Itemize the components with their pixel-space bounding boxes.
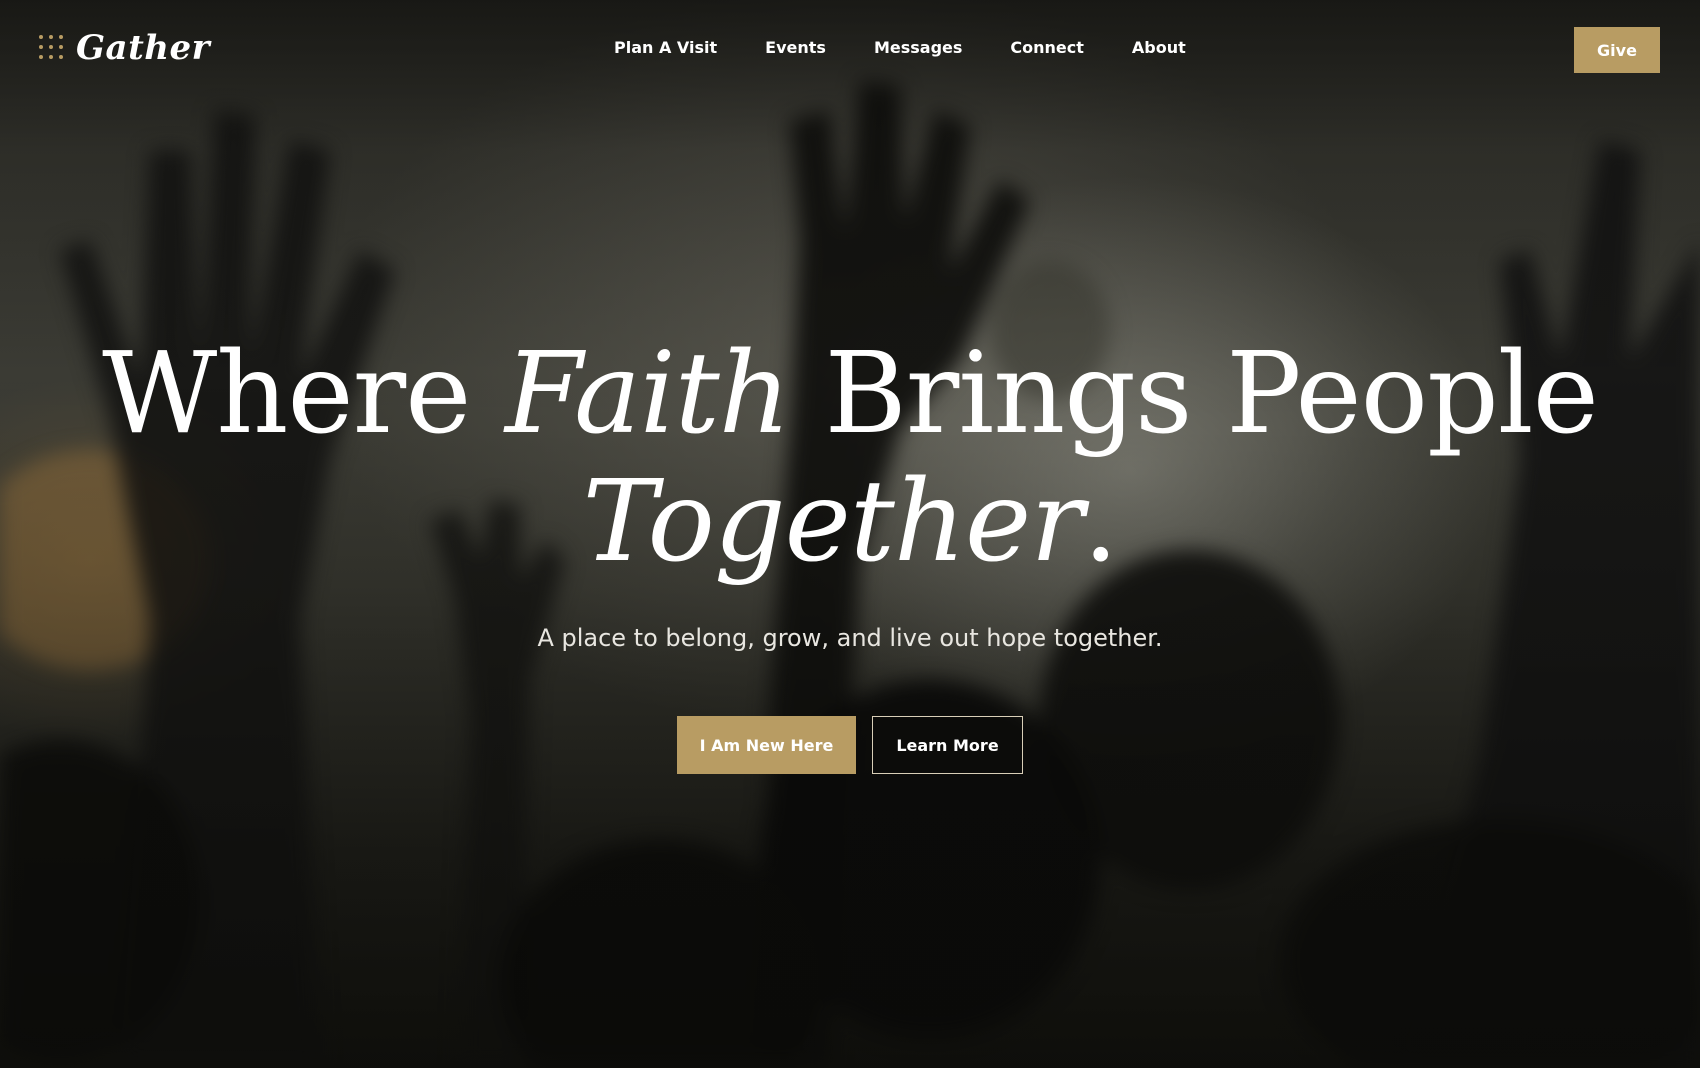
headline-italic-together: Together [582,457,1084,587]
hero-headline: Where Faith Brings People Together. [0,330,1700,586]
headline-italic-faith: Faith [505,329,791,459]
brand-logo[interactable]: Gather [38,28,210,68]
headline-text-2: Brings People [789,329,1598,459]
nav-item-events[interactable]: Events [765,38,826,57]
hero-cta-group: I Am New Here Learn More [0,716,1700,774]
nav-item-about[interactable]: About [1132,38,1186,57]
brand-name: Gather [76,28,211,68]
hero-subheading: A place to belong, grow, and live out ho… [537,624,1163,652]
new-here-button[interactable]: I Am New Here [677,716,856,774]
site-header: Gather Plan A Visit Events Messages Conn… [0,0,1700,100]
nav-item-messages[interactable]: Messages [874,38,962,57]
learn-more-button[interactable]: Learn More [872,716,1023,774]
headline-text-1: Where [102,329,506,459]
main-nav: Plan A Visit Events Messages Connect Abo… [614,38,1186,57]
nav-item-plan-a-visit[interactable]: Plan A Visit [614,38,717,57]
hero-section: Gather Plan A Visit Events Messages Conn… [0,0,1700,1068]
give-button[interactable]: Give [1574,27,1660,73]
nav-item-connect[interactable]: Connect [1010,38,1084,57]
headline-period: . [1082,457,1119,587]
dot-grid-icon [38,34,66,62]
